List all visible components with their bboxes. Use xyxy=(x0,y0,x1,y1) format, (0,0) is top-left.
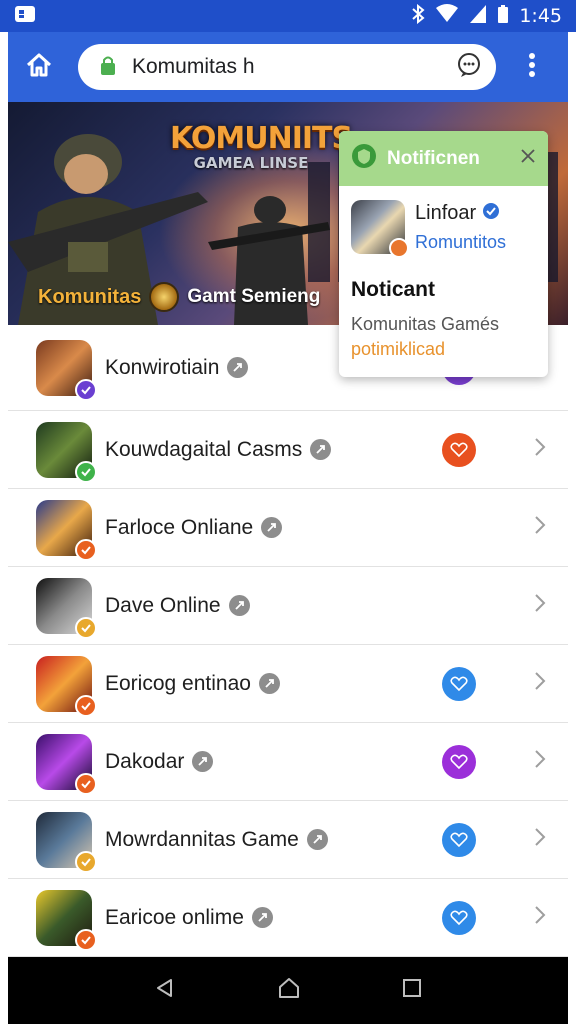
game-app-icon xyxy=(36,733,97,795)
favorite-heart-icon[interactable] xyxy=(442,900,476,935)
notification-heading: Noticant xyxy=(351,278,435,301)
info-badge-icon xyxy=(261,517,283,538)
favorite-heart-icon[interactable] xyxy=(442,744,476,779)
notification-app-name: Linfoar xyxy=(415,202,477,224)
recents-square-icon[interactable] xyxy=(402,978,422,1003)
browser-toolbar: Komumitas h xyxy=(8,32,568,102)
game-name: Mowrdannitas Game xyxy=(105,827,299,851)
wifi-icon xyxy=(435,3,459,29)
app-badge-icon xyxy=(389,238,409,258)
game-app-icon xyxy=(36,889,97,951)
verified-icon xyxy=(75,378,97,401)
favorite-heart-icon[interactable] xyxy=(442,822,476,857)
info-badge-icon xyxy=(251,907,273,928)
game-name: Konwirotiain xyxy=(105,355,220,379)
notification-app[interactable]: Linfoar Romuntitos xyxy=(339,186,548,258)
status-time: 1:45 xyxy=(519,5,562,27)
shield-icon xyxy=(351,143,377,174)
signal-icon xyxy=(469,4,487,29)
verified-icon xyxy=(75,460,97,483)
chevron-right-icon[interactable] xyxy=(534,671,546,696)
game-app-icon xyxy=(36,339,97,401)
game-row[interactable]: Dave Online xyxy=(8,567,568,645)
game-name: Eoricog entinao xyxy=(105,671,251,695)
back-triangle-icon[interactable] xyxy=(154,977,176,1004)
verified-icon xyxy=(75,694,97,717)
notification-title: Notificnen xyxy=(387,147,480,169)
home-icon xyxy=(25,52,53,83)
game-name: Dave Online xyxy=(105,593,221,617)
close-icon[interactable] xyxy=(520,148,536,169)
info-badge-icon xyxy=(306,829,328,850)
chevron-right-icon[interactable] xyxy=(534,515,546,540)
system-nav-bar xyxy=(8,957,568,1024)
verified-icon xyxy=(482,202,500,226)
game-app-icon xyxy=(36,655,97,717)
favorite-heart-icon[interactable] xyxy=(442,666,476,701)
chevron-right-icon[interactable] xyxy=(534,437,546,462)
notification-card[interactable]: Notificnen Linfoar Romuntitos Noticant K… xyxy=(339,131,548,377)
info-badge-icon xyxy=(192,751,214,772)
game-row[interactable]: Eoricog entinao xyxy=(8,645,568,723)
chevron-right-icon[interactable] xyxy=(534,749,546,774)
notification-app-icon xyxy=(351,200,409,258)
hero-title: KOMUNIITS xyxy=(170,121,353,156)
game-row[interactable]: Mowrdannitas Game xyxy=(8,801,568,879)
game-name: Dakodar xyxy=(105,749,185,773)
hero-brand: Komunitas xyxy=(38,285,142,308)
info-badge-icon xyxy=(228,595,250,616)
game-row[interactable]: Farloce Onliane xyxy=(8,489,568,567)
url-text[interactable]: Komumitas h xyxy=(132,55,456,79)
status-bar: 1:45 xyxy=(0,0,576,32)
game-app-icon xyxy=(36,811,97,873)
info-badge-icon xyxy=(310,439,332,460)
game-list: Konwirotiain Kouwdagaital Casms Farloce On… xyxy=(8,325,568,957)
chevron-right-icon[interactable] xyxy=(534,593,546,618)
notification-header: Notificnen xyxy=(339,131,548,186)
game-app-icon xyxy=(36,421,97,483)
overflow-menu-icon xyxy=(528,52,536,83)
verified-icon xyxy=(75,850,97,873)
verified-icon xyxy=(75,538,97,561)
emblem-icon xyxy=(149,282,180,312)
verified-icon xyxy=(75,772,97,795)
hero-tagline: Gamt Semieng xyxy=(187,286,321,307)
verified-icon xyxy=(75,616,97,639)
game-app-icon xyxy=(36,577,97,639)
game-app-icon xyxy=(36,499,97,561)
info-badge-icon xyxy=(258,673,280,694)
info-badge-icon xyxy=(227,357,249,378)
game-row[interactable]: Kouwdagaital Casms xyxy=(8,411,568,489)
battery-icon xyxy=(497,4,509,29)
game-row[interactable]: Earicoe onlime xyxy=(8,879,568,957)
verified-icon xyxy=(75,928,97,951)
game-name: Farloce Onliane xyxy=(105,515,254,539)
bluetooth-icon xyxy=(411,3,425,29)
notification-link[interactable]: potimiklicad xyxy=(339,335,548,360)
home-button[interactable] xyxy=(8,32,70,102)
overflow-menu-button[interactable] xyxy=(502,32,562,102)
chevron-right-icon[interactable] xyxy=(534,827,546,852)
hero-subtitle: GAMEA LINSE xyxy=(193,154,309,172)
game-row[interactable]: Dakodar xyxy=(8,723,568,801)
lock-icon xyxy=(100,54,116,81)
url-bar[interactable]: Komumitas h xyxy=(78,44,496,90)
game-name: Earicoe onlime xyxy=(105,905,244,929)
favorite-heart-icon[interactable] xyxy=(442,432,476,467)
chat-bubble-icon[interactable] xyxy=(456,52,482,83)
hero-caption: Komunitas Gamt Semieng xyxy=(38,282,320,312)
notification-body: Komunitas Gamés xyxy=(351,314,500,334)
chevron-right-icon[interactable] xyxy=(534,905,546,930)
notification-app-subtitle[interactable]: Romuntitos xyxy=(415,232,506,253)
home-circle-icon[interactable] xyxy=(277,976,301,1005)
game-name: Kouwdagaital Casms xyxy=(105,437,303,461)
notification-app-icon xyxy=(14,4,36,29)
